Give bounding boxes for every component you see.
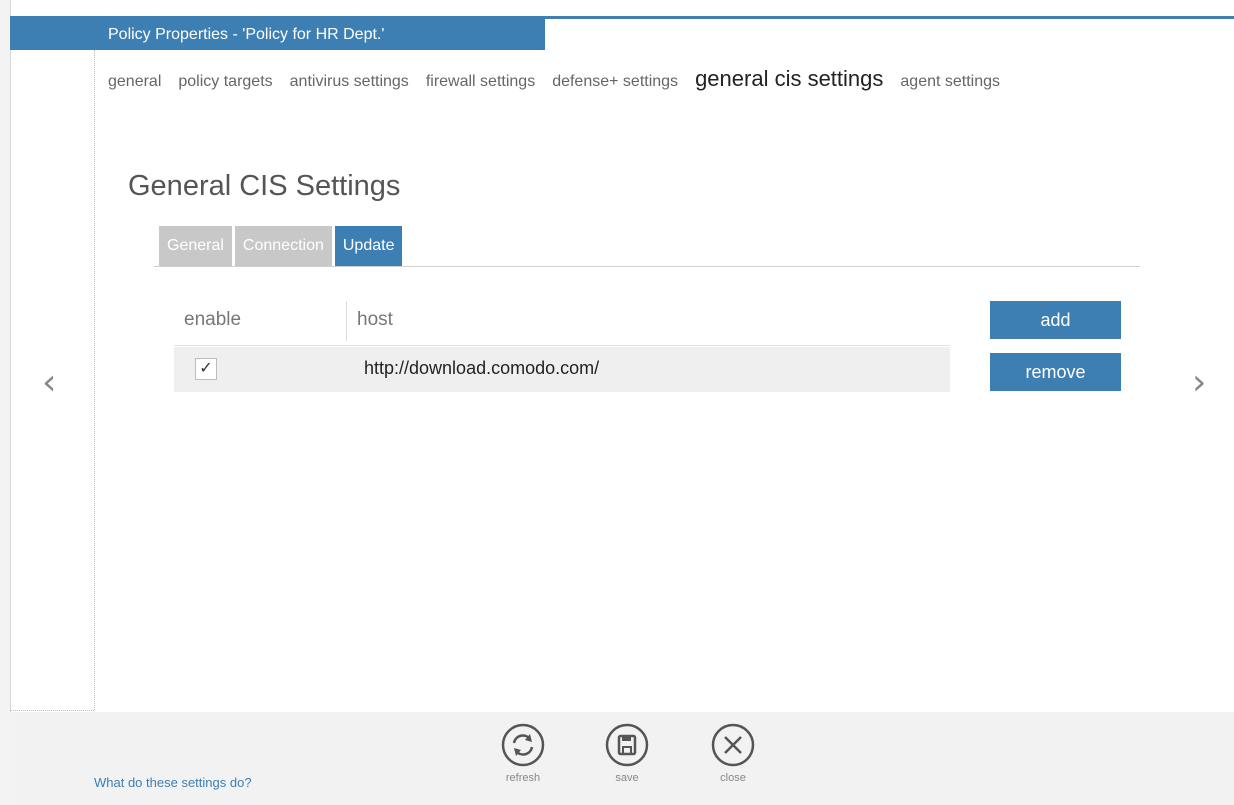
nav-item-antivirus-settings[interactable]: antivirus settings <box>290 73 409 91</box>
save-label: save <box>615 772 639 784</box>
save-button[interactable]: save <box>597 722 657 784</box>
left-panel-divider <box>10 710 94 711</box>
remove-button[interactable]: remove <box>990 353 1121 391</box>
close-label: close <box>720 772 746 784</box>
subtab-connection[interactable]: Connection <box>234 226 332 266</box>
close-button[interactable]: close <box>703 722 763 784</box>
nav-item-general-cis-settings[interactable]: general cis settings <box>695 66 883 92</box>
nav-item-policy-targets[interactable]: policy targets <box>178 73 272 91</box>
add-button[interactable]: add <box>990 301 1121 339</box>
nav-item-agent-settings[interactable]: agent settings <box>900 73 1000 91</box>
enable-checkbox[interactable]: ✓ <box>195 358 217 380</box>
nav-item-defense-settings[interactable]: defense+ settings <box>552 73 678 91</box>
host-cell: http://download.comodo.com/ <box>364 358 600 378</box>
policy-nav: general policy targets antivirus setting… <box>108 66 1017 92</box>
window-title: Policy Properties - 'Policy for HR Dept.… <box>108 26 385 43</box>
close-icon <box>711 723 755 767</box>
save-icon <box>605 723 649 767</box>
column-header-enable: enable <box>184 309 242 330</box>
chevron-right-icon[interactable]: › <box>1192 362 1206 403</box>
chevron-left-icon[interactable]: ‹ <box>42 362 56 403</box>
column-separator <box>346 301 347 341</box>
tab-divider <box>154 266 1140 267</box>
refresh-icon <box>501 723 545 767</box>
column-header-host: host <box>357 309 393 330</box>
subtab-update[interactable]: Update <box>334 226 403 266</box>
checkmark-icon: ✓ <box>199 360 213 377</box>
nav-item-general[interactable]: general <box>108 73 161 91</box>
nav-item-firewall-settings[interactable]: firewall settings <box>426 73 535 91</box>
subtab-general[interactable]: General <box>159 226 232 266</box>
help-link[interactable]: What do these settings do? <box>94 775 252 790</box>
page-title: General CIS Settings <box>128 170 401 202</box>
subtab-bar: General Connection Update <box>159 226 405 266</box>
refresh-label: refresh <box>505 772 541 784</box>
table-header: enable host <box>174 297 950 346</box>
refresh-button[interactable]: refresh <box>493 722 553 784</box>
table-row[interactable]: ✓ http://download.comodo.com/ <box>174 347 950 392</box>
